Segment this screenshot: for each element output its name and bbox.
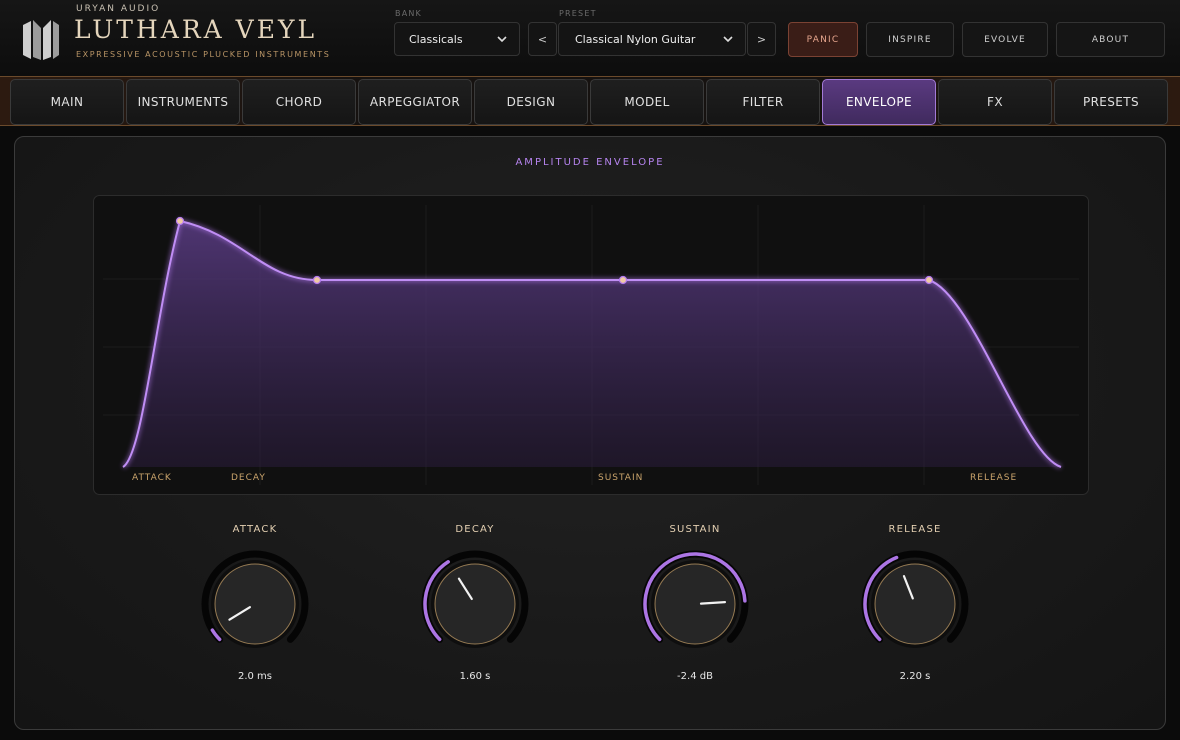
- preset-value: Classical Nylon Guitar: [575, 32, 696, 46]
- envelope-panel: AMPLITUDE ENVELOPE ATTACK DECAY SUSTAIN …: [14, 136, 1166, 730]
- decay-knob-label: DECAY: [455, 524, 495, 535]
- release-knob-value: 2.20 s: [899, 671, 931, 682]
- prev-preset-button[interactable]: <: [528, 22, 557, 56]
- tab-model[interactable]: MODEL: [590, 79, 704, 125]
- company-name: URYAN AUDIO: [76, 4, 161, 14]
- sustain-knob-label: SUSTAIN: [669, 524, 721, 535]
- attack-knob-value: 2.0 ms: [237, 671, 273, 682]
- tab-instruments[interactable]: INSTRUMENTS: [126, 79, 240, 125]
- header: URYAN AUDIO LUTHARA VEYL EXPRESSIVE ACOU…: [0, 0, 1180, 76]
- sustain-stage-label: SUSTAIN: [598, 473, 643, 483]
- chevron-down-icon: [723, 36, 733, 43]
- attack-knob[interactable]: ATTACK 2.0 ms: [195, 524, 315, 684]
- release-stage-label: RELEASE: [970, 473, 1017, 483]
- tab-bar: MAIN INSTRUMENTS CHORD ARPEGGIATOR DESIG…: [0, 76, 1180, 126]
- release-dial-icon[interactable]: [855, 544, 975, 664]
- preset-label: PRESET: [559, 9, 597, 18]
- decay-knob[interactable]: DECAY 1.60 s: [415, 524, 535, 684]
- tab-filter[interactable]: FILTER: [706, 79, 820, 125]
- tab-presets[interactable]: PRESETS: [1054, 79, 1168, 125]
- logo-icon: [23, 20, 59, 60]
- decay-stage-label: DECAY: [231, 473, 266, 483]
- decay-dial-icon[interactable]: [415, 544, 535, 664]
- sustain-knob-value: -2.4 dB: [677, 671, 713, 682]
- knob-body: [434, 563, 516, 645]
- chevron-down-icon: [497, 36, 507, 43]
- about-button[interactable]: ABOUT: [1056, 22, 1165, 57]
- sustain-knob[interactable]: SUSTAIN -2.4 dB: [635, 524, 755, 684]
- release-node[interactable]: [924, 275, 934, 285]
- decay-knob-value: 1.60 s: [459, 671, 491, 682]
- knob-body: [874, 563, 956, 645]
- tab-envelope[interactable]: ENVELOPE: [822, 79, 936, 125]
- attack-knob-label: ATTACK: [232, 524, 278, 535]
- attack-dial-icon[interactable]: [195, 544, 315, 664]
- bank-select[interactable]: Classicals: [394, 22, 520, 56]
- attack-node[interactable]: [175, 216, 185, 226]
- inspire-button[interactable]: INSPIRE: [866, 22, 954, 57]
- next-preset-button[interactable]: >: [747, 22, 776, 56]
- tab-fx[interactable]: FX: [938, 79, 1052, 125]
- sustain-node[interactable]: [618, 275, 628, 285]
- tab-main[interactable]: MAIN: [10, 79, 124, 125]
- knob-body: [654, 563, 736, 645]
- attack-stage-label: ATTACK: [132, 473, 172, 483]
- product-name: LUTHARA VEYL: [74, 15, 318, 44]
- bank-label: BANK: [395, 9, 422, 18]
- tab-chord[interactable]: CHORD: [242, 79, 356, 125]
- panel-title: AMPLITUDE ENVELOPE: [515, 157, 665, 168]
- knob-body: [214, 563, 296, 645]
- sustain-dial-icon[interactable]: [635, 544, 755, 664]
- evolve-button[interactable]: EVOLVE: [962, 22, 1048, 57]
- tab-arpeggiator[interactable]: ARPEGGIATOR: [358, 79, 472, 125]
- tagline: EXPRESSIVE ACOUSTIC PLUCKED INSTRUMENTS: [76, 50, 331, 59]
- release-knob-label: RELEASE: [888, 524, 942, 535]
- preset-select[interactable]: Classical Nylon Guitar: [558, 22, 746, 56]
- decay-node[interactable]: [312, 275, 322, 285]
- panic-button[interactable]: PANIC: [788, 22, 858, 57]
- release-knob[interactable]: RELEASE 2.20 s: [855, 524, 975, 684]
- bank-value: Classicals: [409, 32, 463, 46]
- tab-design[interactable]: DESIGN: [474, 79, 588, 125]
- envelope-graph[interactable]: ATTACK DECAY SUSTAIN RELEASE: [93, 195, 1089, 495]
- knob-pointer: [699, 601, 727, 605]
